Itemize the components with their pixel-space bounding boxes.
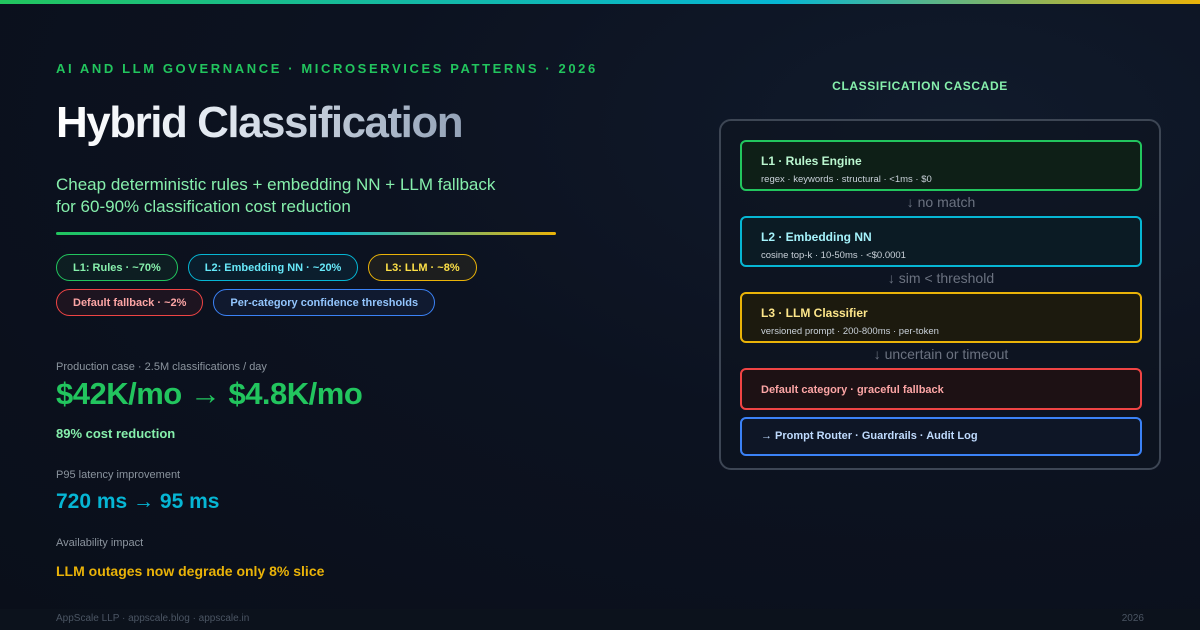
pill-default-fallback: Default fallback · ~2% xyxy=(56,289,204,316)
cascade-l2-title: L2 · Embedding NN xyxy=(761,230,872,244)
cascade-l2-embedding-box: L2 · Embedding NN cosine top-k · 10-50ms… xyxy=(740,216,1142,267)
gradient-divider xyxy=(56,232,556,235)
pill-l2-embedding: L2: Embedding NN · ~20% xyxy=(187,254,359,281)
availability-stat-value: LLM outages now degrade only 8% slice xyxy=(56,563,325,579)
page-title: Hybrid Classification xyxy=(56,98,464,147)
page-subtitle: Cheap deterministic rules + embedding NN… xyxy=(56,175,496,216)
cascade-router-box: → Prompt Router · Guardrails · Audit Log xyxy=(740,417,1142,456)
eyebrow-label: AI AND LLM GOVERNANCE · MICROSERVICES PA… xyxy=(56,61,598,76)
cascade-l3-llm-box: L3 · LLM Classifier versioned prompt · 2… xyxy=(740,292,1142,343)
latency-label: P95 latency improvement xyxy=(56,469,181,481)
cascade-default-title: Default category · graceful fallback xyxy=(761,384,944,396)
cascade-l1-title: L1 · Rules Engine xyxy=(761,154,862,168)
production-case-label: Production case · 2.5M classifications /… xyxy=(56,361,267,373)
cascade-arrow-3: ↓ uncertain or timeout xyxy=(873,346,1009,362)
cascade-l2-desc: cosine top-k · 10-50ms · <$0.0001 xyxy=(761,250,906,261)
cost-stat-value: $42K/mo → $4.8K/mo xyxy=(56,376,363,411)
tier-pill-group: L1: Rules · ~70% L2: Embedding NN · ~20%… xyxy=(56,254,526,316)
availability-label: Availability impact xyxy=(56,537,144,549)
cascade-default-box: Default category · graceful fallback xyxy=(740,368,1142,410)
cascade-title: CLASSIFICATION CASCADE xyxy=(832,79,1008,93)
cascade-l3-title: L3 · LLM Classifier xyxy=(761,306,868,320)
cost-reduction-label: 89% cost reduction xyxy=(56,426,176,441)
footer-year: 2026 xyxy=(1121,613,1144,624)
top-gradient-bar xyxy=(0,0,1200,4)
cascade-arrow-2: ↓ sim < threshold xyxy=(887,270,995,286)
cascade-l3-desc: versioned prompt · 200-800ms · per-token xyxy=(761,326,939,337)
pill-l3-llm: L3: LLM · ~8% xyxy=(368,254,477,281)
cascade-l1-desc: regex · keywords · structural · <1ms · $… xyxy=(761,174,932,185)
cascade-router-title: → Prompt Router · Guardrails · Audit Log xyxy=(761,430,978,442)
pill-confidence-thresholds: Per-category confidence thresholds xyxy=(213,289,436,316)
latency-stat-value: 720 ms → 95 ms xyxy=(56,490,220,513)
classification-cascade-diagram: L1 · Rules Engine regex · keywords · str… xyxy=(719,119,1161,470)
footer-credits: AppScale LLP · appscale.blog · appscale.… xyxy=(56,613,250,624)
cascade-arrow-1: ↓ no match xyxy=(906,194,976,210)
pill-l1-rules: L1: Rules · ~70% xyxy=(56,254,178,281)
cascade-l1-rules-box: L1 · Rules Engine regex · keywords · str… xyxy=(740,140,1142,191)
footer: AppScale LLP · appscale.blog · appscale.… xyxy=(0,609,1200,630)
